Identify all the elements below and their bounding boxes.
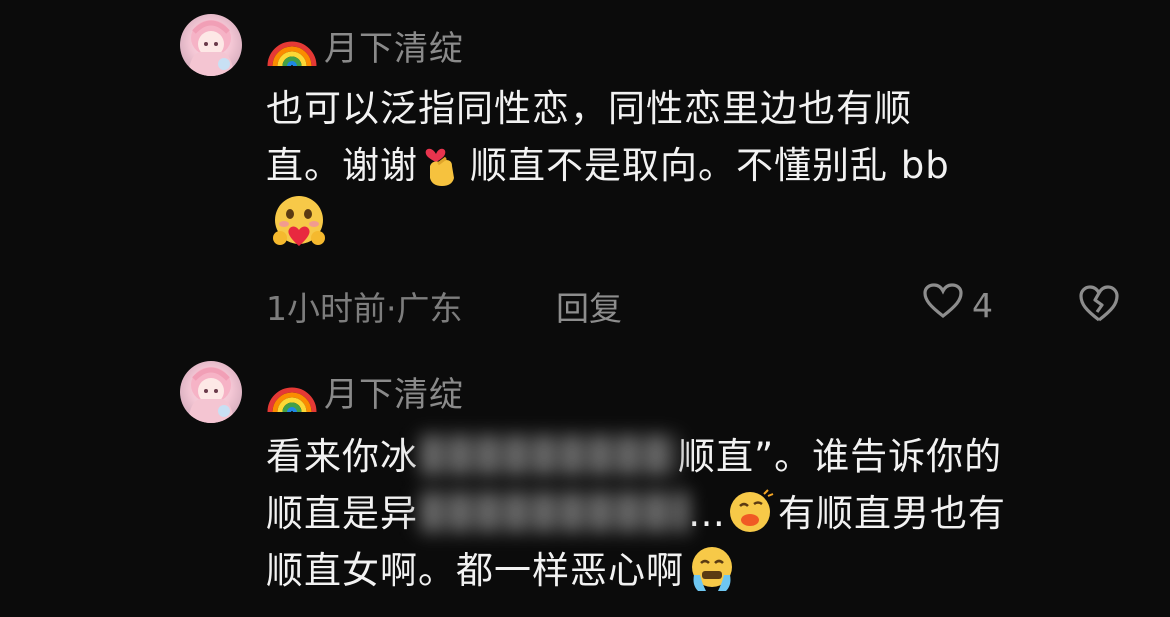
comment-text: 直。谢谢 [266, 144, 418, 187]
comment-body: 看来你冰 顺直”。谁告诉你的 顺直是异 … 有顺直男也有 顺直女啊。都一样恶心啊 [266, 428, 1096, 599]
reply-button[interactable]: 回复 [556, 282, 622, 330]
comment-text: 有顺直男也有 [778, 492, 1006, 535]
comment-body: 也可以泛指同性恋，同性恋里边也有顺 直。谢谢 顺直不是取向。不懂别乱 bb [266, 80, 1096, 251]
comment-header: 月下清绽 [266, 20, 464, 70]
comment-meta: 1小时前·广东 回复 4 [266, 282, 1126, 328]
comment-line: 顺直是异 … 有顺直男也有 [266, 485, 1096, 542]
blurred-region [418, 435, 678, 475]
dislike-button[interactable] [1078, 284, 1120, 332]
blurred-region [418, 492, 688, 532]
comment-text: 顺直女啊。都一样恶心啊 [266, 549, 684, 592]
rainbow-icon [266, 368, 318, 414]
comment-line: 顺直女啊。都一样恶心啊 [266, 542, 1096, 599]
comment-text: … [688, 492, 726, 535]
comment-thread: 月下清绽 也可以泛指同性恋，同性恋里边也有顺 直。谢谢 顺直不是取向。不懂别乱 … [0, 0, 1170, 617]
rainbow-icon [266, 22, 318, 68]
crying-face-emoji [686, 545, 734, 593]
timestamp-location: 1小时前·广东 [266, 289, 463, 328]
avatar[interactable] [180, 361, 242, 423]
avatar[interactable] [180, 14, 242, 76]
username[interactable]: 月下清绽 [324, 367, 464, 416]
kissing-face-emoji [728, 488, 776, 536]
comment-text: 顺直”。谁告诉你的 [678, 435, 1003, 478]
heart-outline-icon [922, 282, 964, 328]
smiling-heart-emoji [268, 194, 330, 250]
finger-heart-emoji [420, 140, 468, 188]
comment-line: 看来你冰 顺直”。谁告诉你的 [266, 428, 1096, 485]
comment-text: 顺直不是取向。不懂别乱 bb [470, 144, 950, 187]
like-button[interactable]: 4 [922, 282, 993, 328]
comment-text: 看来你冰 [266, 435, 418, 478]
username[interactable]: 月下清绽 [324, 21, 464, 70]
comment-header: 月下清绽 [266, 366, 464, 416]
comment-line: 直。谢谢 顺直不是取向。不懂别乱 bb [266, 137, 1096, 194]
comment-text: 也可以泛指同性恋，同性恋里边也有顺 [266, 87, 912, 130]
like-count: 4 [972, 285, 993, 325]
comment-text: 顺直是异 [266, 492, 418, 535]
broken-heart-icon [1078, 285, 1120, 332]
comment-line [266, 194, 1096, 251]
comment-line: 也可以泛指同性恋，同性恋里边也有顺 [266, 80, 1096, 137]
